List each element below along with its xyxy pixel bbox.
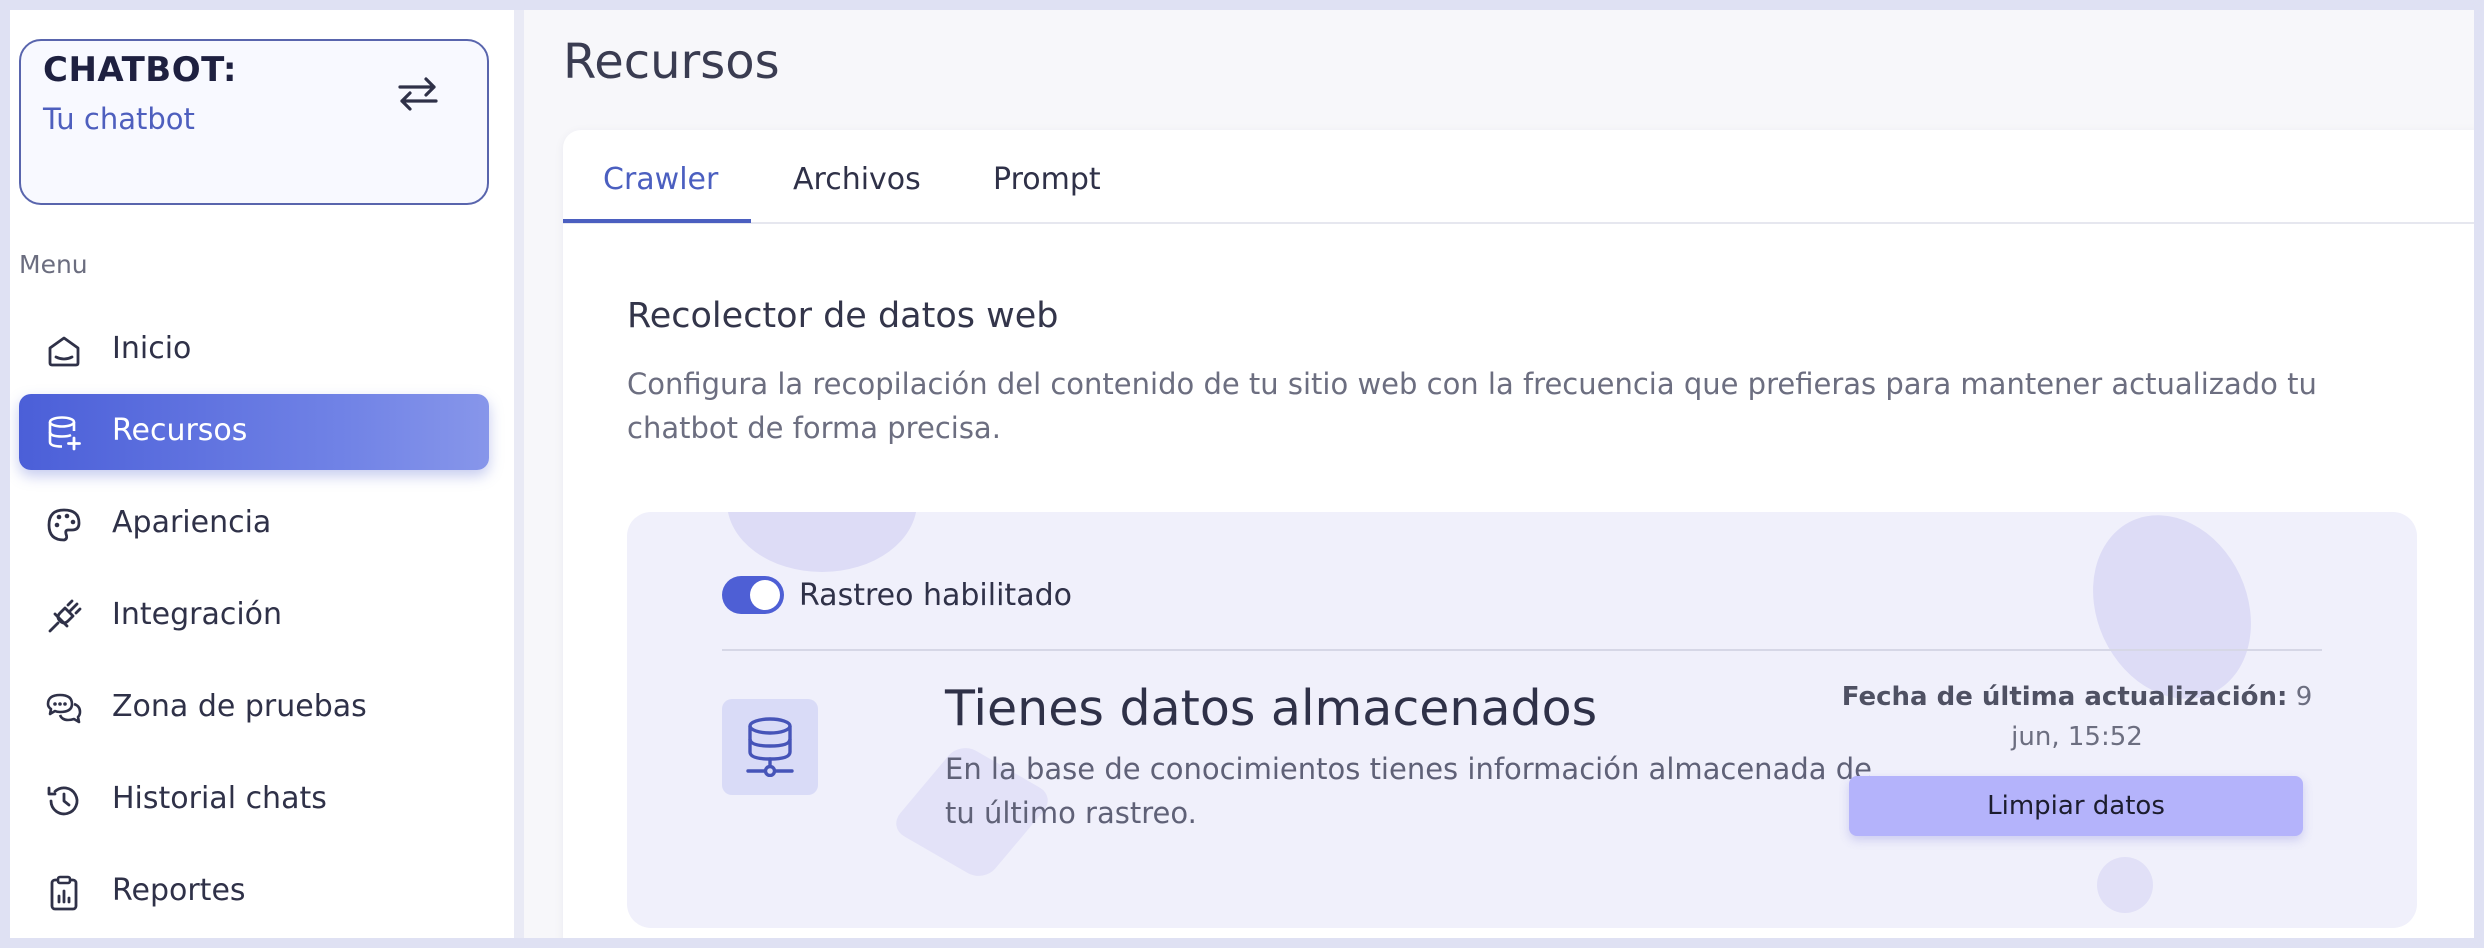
- panel-divider: [722, 649, 2322, 651]
- clipboard-icon: [50, 875, 78, 911]
- sidebar-item-reportes[interactable]: Reportes: [19, 854, 489, 930]
- crawl-toggle-label: Rastreo habilitado: [799, 578, 1072, 613]
- sidebar-item-label: Apariencia: [112, 505, 272, 540]
- chatbot-name: Tu chatbot: [43, 102, 195, 136]
- page-title: Recursos: [563, 34, 780, 90]
- stored-data-title: Tienes datos almacenados: [945, 680, 1598, 737]
- section-title: Recolector de datos web: [627, 296, 1059, 336]
- decorative-dot: [2097, 857, 2153, 913]
- last-update-label: Fecha de última actualización:: [1841, 682, 2288, 712]
- sidebar-item-historial-chats[interactable]: Historial chats: [19, 762, 489, 838]
- tab-archivos[interactable]: Archivos: [793, 162, 921, 197]
- active-tab-indicator: [563, 219, 751, 223]
- tab-crawler[interactable]: Crawler: [603, 162, 718, 197]
- sidebar-item-label: Recursos: [112, 413, 248, 448]
- crawler-panel: Rastreo habilitado Tienes datos almacena…: [627, 512, 2417, 928]
- chat-bubbles-icon: [46, 693, 82, 724]
- tab-prompt[interactable]: Prompt: [993, 162, 1101, 197]
- sidebar-divider: [514, 10, 524, 938]
- database-icon-box: [722, 699, 818, 795]
- sidebar: CHATBOT: Tu chatbot Menu Inicio Recursos: [10, 10, 514, 938]
- plug-icon: [48, 599, 82, 633]
- sidebar-item-label: Reportes: [112, 873, 246, 908]
- palette-icon: [47, 508, 81, 542]
- swap-arrows-icon[interactable]: [394, 74, 442, 114]
- section-description: Configura la recopilación del contenido …: [627, 367, 2317, 445]
- sidebar-item-label: Inicio: [112, 331, 192, 366]
- history-icon: [47, 786, 79, 816]
- sidebar-item-integracion[interactable]: Integración: [19, 578, 489, 654]
- crawl-toggle[interactable]: [722, 576, 784, 614]
- decorative-blob: [727, 512, 917, 572]
- sidebar-item-apariencia[interactable]: Apariencia: [19, 486, 489, 562]
- last-update-info: Fecha de última actualización: 9 jun, 15…: [1827, 677, 2327, 757]
- sidebar-item-label: Integración: [112, 597, 283, 632]
- home-icon: [48, 336, 80, 367]
- sidebar-item-label: Historial chats: [112, 781, 327, 816]
- sidebar-item-zona-de-pruebas[interactable]: Zona de pruebas: [19, 670, 489, 746]
- clear-data-button[interactable]: Limpiar datos: [1849, 776, 2303, 836]
- chatbot-label: CHATBOT:: [43, 50, 238, 90]
- database-plus-icon: [48, 416, 81, 451]
- app-frame: CHATBOT: Tu chatbot Menu Inicio Recursos: [10, 10, 2474, 938]
- menu-label: Menu: [19, 250, 88, 279]
- tabs-divider: [563, 222, 2474, 224]
- stored-data-description: En la base de conocimientos tienes infor…: [945, 752, 1872, 830]
- sidebar-item-recursos[interactable]: Recursos: [19, 394, 489, 470]
- sidebar-item-label: Zona de pruebas: [112, 689, 367, 724]
- sidebar-item-inicio[interactable]: Inicio: [19, 312, 489, 388]
- database-network-icon: [746, 717, 794, 777]
